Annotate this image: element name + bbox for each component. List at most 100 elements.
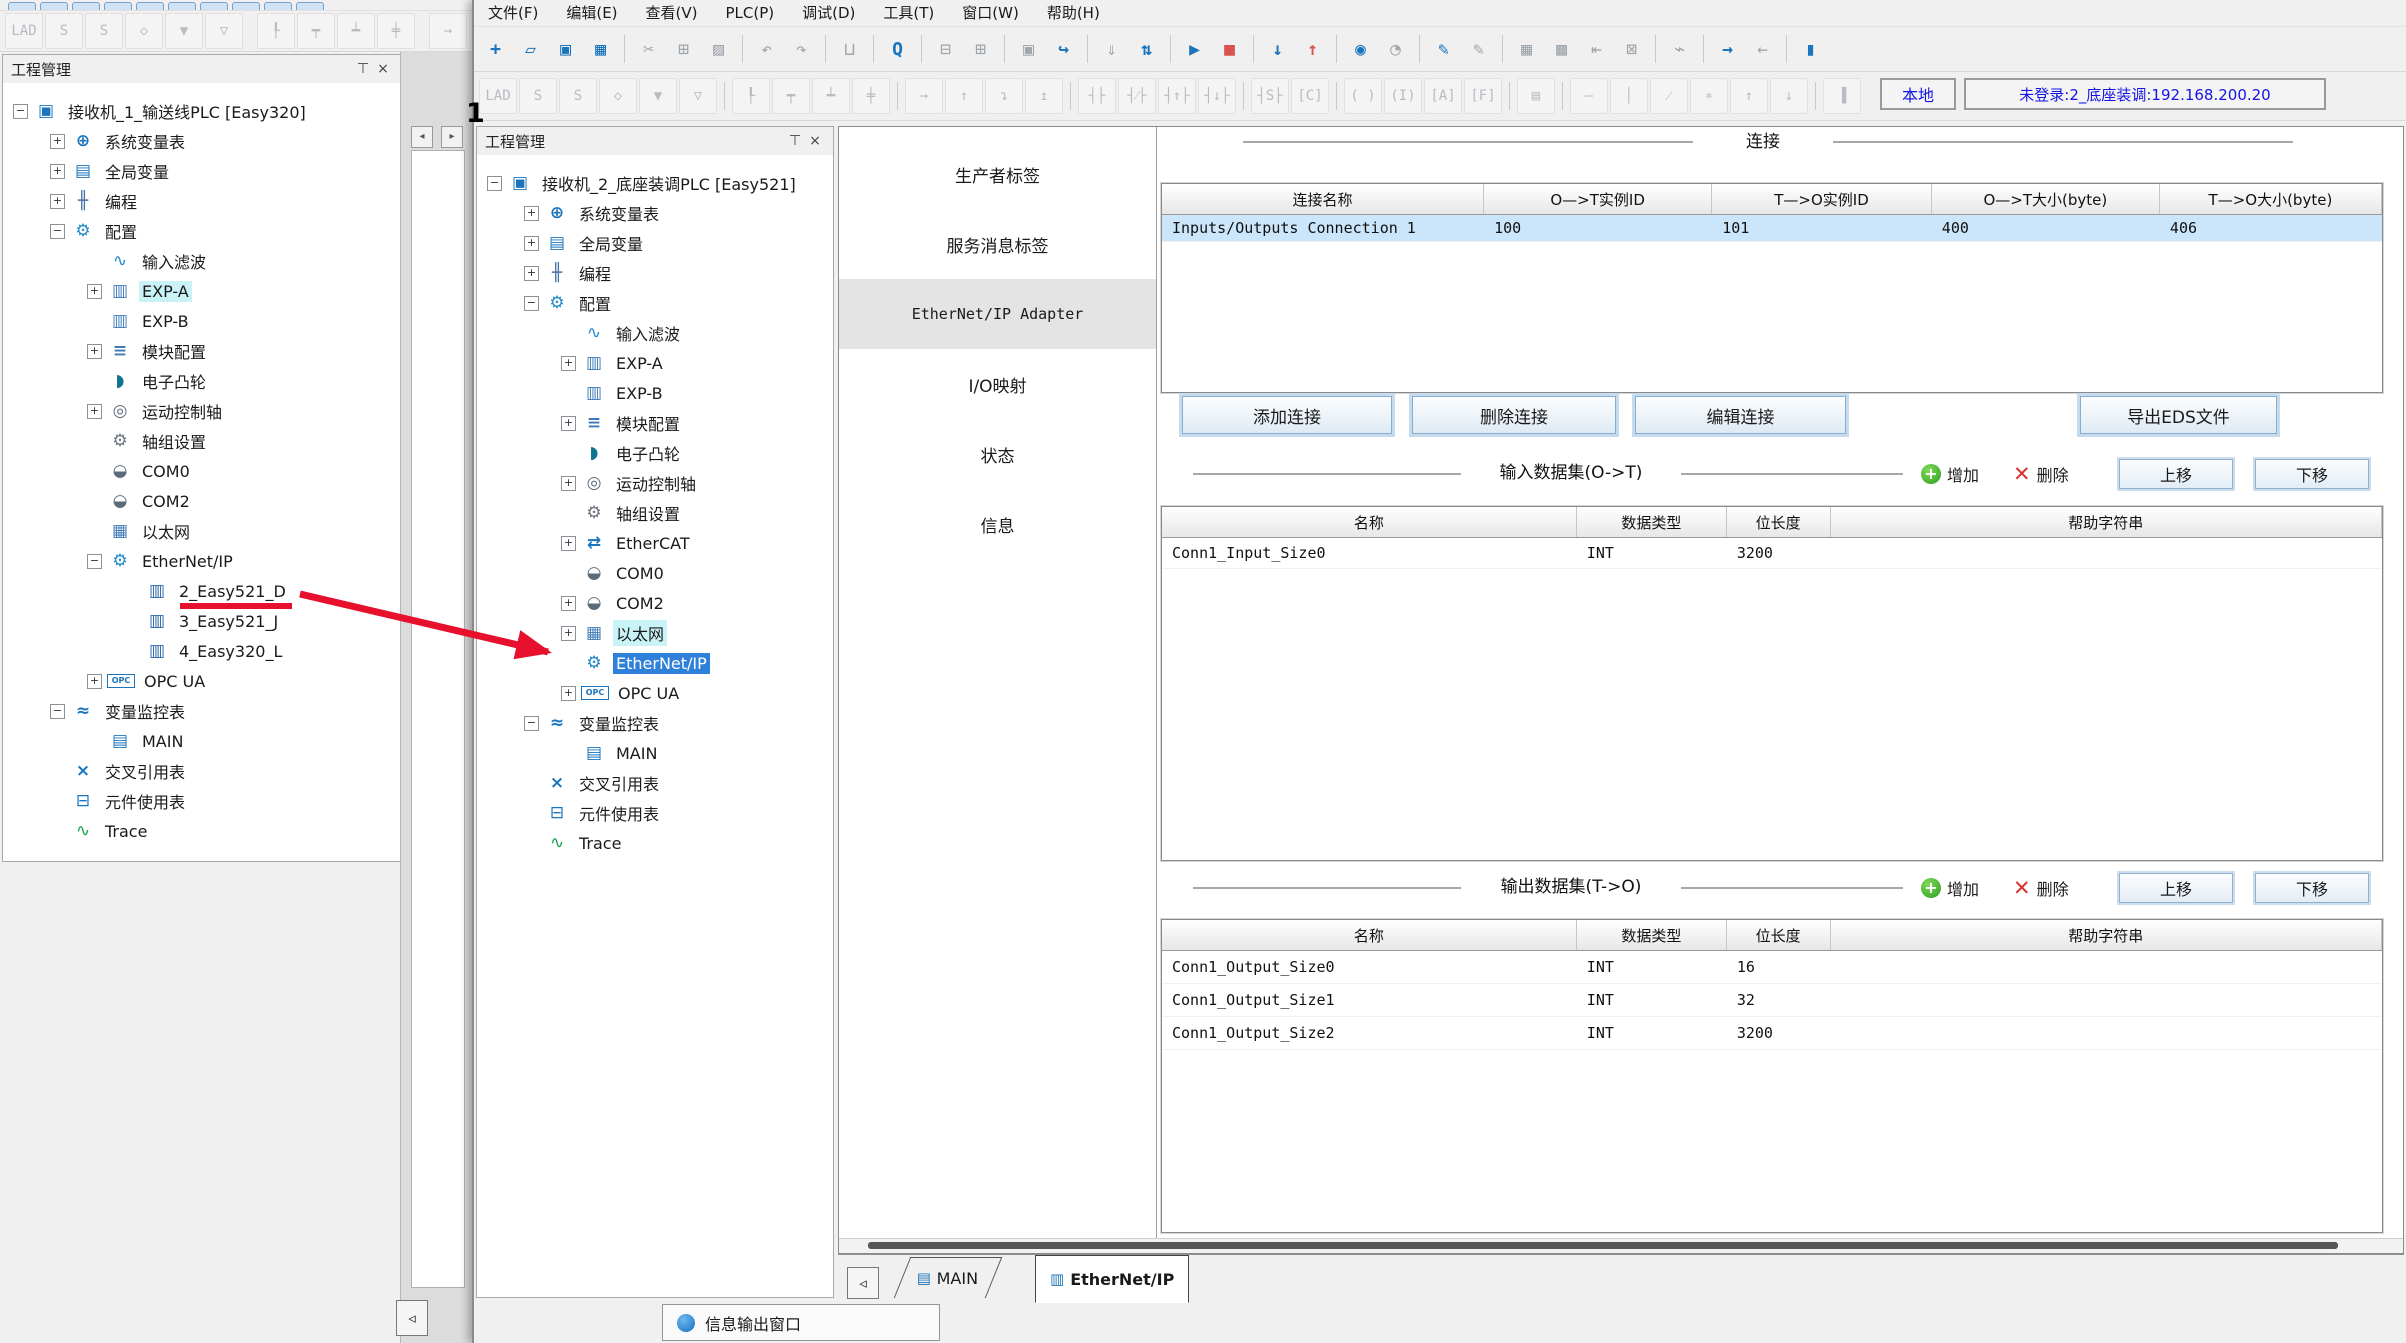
tree-item[interactable]: ◒COM2 (3, 486, 401, 516)
tree-item[interactable]: ∿输入滤波 (3, 246, 401, 276)
table-row[interactable]: Conn1_Input_Size0INT3200 (1162, 538, 2382, 569)
tree-item[interactable]: +▦以太网 (477, 618, 833, 648)
tree-item[interactable]: +╫编程 (477, 258, 833, 288)
ladder-tool-icon[interactable]: ┤├ (1078, 78, 1116, 114)
online-edit-icon[interactable]: ✎ (1427, 33, 1460, 66)
search-icon[interactable]: Q (881, 33, 914, 66)
tree-item[interactable]: +▥EXP-A (3, 276, 401, 306)
tree-item[interactable]: −⚙配置 (3, 216, 401, 246)
redo-icon[interactable]: ↷ (785, 33, 818, 66)
edit-icon[interactable]: ✎ (1462, 33, 1495, 66)
save-all-icon[interactable]: ▦ (584, 33, 617, 66)
expander-icon[interactable]: + (561, 536, 576, 551)
tree-item[interactable]: ▦以太网 (3, 516, 401, 546)
page-down-icon[interactable]: ⇓ (1095, 33, 1128, 66)
expander-icon[interactable]: + (87, 404, 102, 419)
tree-item[interactable]: −≈变量监控表 (477, 708, 833, 738)
input-move-up-button[interactable]: 上移 (2119, 459, 2233, 489)
ladder-tool-icon[interactable]: [A] (1424, 78, 1462, 114)
ladder-tool-icon[interactable]: ∗ (1690, 78, 1728, 114)
tab-scroll-left-button[interactable]: ◃ (847, 1267, 879, 1299)
tree-item[interactable]: +≡模块配置 (477, 408, 833, 438)
scroll-right-icon[interactable]: ▸ (441, 126, 463, 148)
table-row[interactable]: Inputs/Outputs Connection 1100101400406 (1162, 215, 2382, 242)
menu-item[interactable]: 编辑(E) (552, 0, 631, 26)
expander-icon[interactable]: + (561, 476, 576, 491)
tree-item[interactable]: ⊟元件使用表 (3, 786, 401, 816)
monitor-icon[interactable]: ◉ (1344, 33, 1377, 66)
delete-connection-button[interactable]: 删除连接 (1412, 396, 1616, 434)
close-icon[interactable]: × (373, 61, 393, 77)
paste-icon[interactable]: ▨ (702, 33, 735, 66)
ladder-tool-icon[interactable]: LAD (5, 13, 43, 49)
ladder-tool-icon[interactable]: ▽ (205, 13, 243, 49)
delete-icon[interactable]: ⊔ (833, 33, 866, 66)
table-row[interactable]: Conn1_Output_Size2INT3200 (1162, 1017, 2382, 1050)
ladder-tool-icon[interactable]: ▐ (1823, 78, 1861, 114)
tree-item[interactable]: ▥2_Easy521_D (3, 576, 401, 606)
add-connection-button[interactable]: 添加连接 (1182, 396, 1392, 434)
tree-item[interactable]: −▣接收机_2_底座装调PLC [Easy521] (477, 168, 833, 198)
tree-item[interactable]: +OPCOPC UA (3, 666, 401, 696)
ladder-tool-icon[interactable]: ▽ (679, 78, 717, 114)
login-icon[interactable]: → (1711, 33, 1744, 66)
ladder-tool-icon[interactable]: ◇ (599, 78, 637, 114)
menu-item[interactable]: 工具(T) (869, 0, 948, 26)
expander-icon[interactable]: + (561, 626, 576, 641)
input-add-control[interactable]: + 增加 (1921, 462, 1979, 486)
table-row[interactable]: Conn1_Output_Size0INT16 (1162, 951, 2382, 984)
ladder-tool-icon[interactable]: S (559, 78, 597, 114)
document-tab-ethernet-ip[interactable]: ▥EtherNet/IP (1035, 1255, 1189, 1303)
ladder-tool-icon[interactable]: ┯ (772, 78, 810, 114)
tree-item[interactable]: +⊕系统变量表 (477, 198, 833, 228)
ladder-tool-icon[interactable]: ┞ (257, 13, 295, 49)
expander-icon[interactable]: + (87, 284, 102, 299)
window-cascade-icon[interactable]: ▣ (1012, 33, 1045, 66)
cut-icon[interactable]: ✂ (632, 33, 665, 66)
pin-icon[interactable]: ⊤ (353, 61, 373, 77)
insert-row-icon[interactable]: ⇤ (1580, 33, 1613, 66)
tree-item[interactable]: +╫编程 (3, 186, 401, 216)
delete-row-icon[interactable]: ⊠ (1615, 33, 1648, 66)
tree-item[interactable]: ∿Trace (477, 828, 833, 858)
ladder-tool-icon[interactable]: ↑ (1730, 78, 1768, 114)
expander-icon[interactable]: + (87, 344, 102, 359)
ladder-tool-icon[interactable]: S (519, 78, 557, 114)
ladder-tool-icon[interactable]: ┷ (337, 13, 375, 49)
open-icon[interactable]: ▱ (514, 33, 547, 66)
monitor-time-icon[interactable]: ◔ (1379, 33, 1412, 66)
ladder-tool-icon[interactable]: ┯ (297, 13, 335, 49)
expander-icon[interactable]: + (50, 134, 65, 149)
tree-item[interactable]: ×交叉引用表 (3, 756, 401, 786)
logout-icon[interactable]: ← (1746, 33, 1779, 66)
tree-item[interactable]: ⚙轴组设置 (477, 498, 833, 528)
tree-item[interactable]: +▥EXP-A (477, 348, 833, 378)
tree-item[interactable]: ◒COM0 (3, 456, 401, 486)
ladder-tool-icon[interactable]: ▤ (1517, 78, 1555, 114)
tree-item[interactable]: ◗电子凸轮 (477, 438, 833, 468)
tree-item[interactable]: ▥3_Easy521_J (3, 606, 401, 636)
ladder-tool-icon[interactable]: S (45, 13, 83, 49)
edit-connection-button[interactable]: 编辑连接 (1635, 396, 1846, 434)
scroll-left-icon[interactable]: ◂ (411, 126, 433, 148)
expander-icon[interactable]: + (87, 674, 102, 689)
ladder-tool-icon[interactable]: [C] (1291, 78, 1329, 114)
expander-icon[interactable]: + (50, 164, 65, 179)
save-icon[interactable]: ▣ (549, 33, 582, 66)
pin-icon[interactable]: ⊤ (785, 133, 805, 149)
tree-item[interactable]: +◎运动控制轴 (3, 396, 401, 426)
ladder-tool-icon[interactable]: ◇ (125, 13, 163, 49)
expander-icon[interactable]: − (524, 716, 539, 731)
expander-icon[interactable]: + (561, 356, 576, 371)
ladder-tool-icon[interactable]: — (1570, 78, 1608, 114)
ladder-tool-icon[interactable]: ↓ (1770, 78, 1808, 114)
tree-item[interactable]: ◗电子凸轮 (3, 366, 401, 396)
ladder-tool-icon[interactable]: ▼ (639, 78, 677, 114)
expander-icon[interactable]: − (13, 104, 28, 119)
expander-icon[interactable]: − (524, 296, 539, 311)
menu-item[interactable]: 查看(V) (632, 0, 712, 26)
ladder-tool-icon[interactable]: → (905, 78, 943, 114)
output-add-control[interactable]: + 增加 (1921, 876, 1979, 900)
expander-icon[interactable]: − (87, 554, 102, 569)
ladder-tool-icon[interactable]: ┞ (732, 78, 770, 114)
